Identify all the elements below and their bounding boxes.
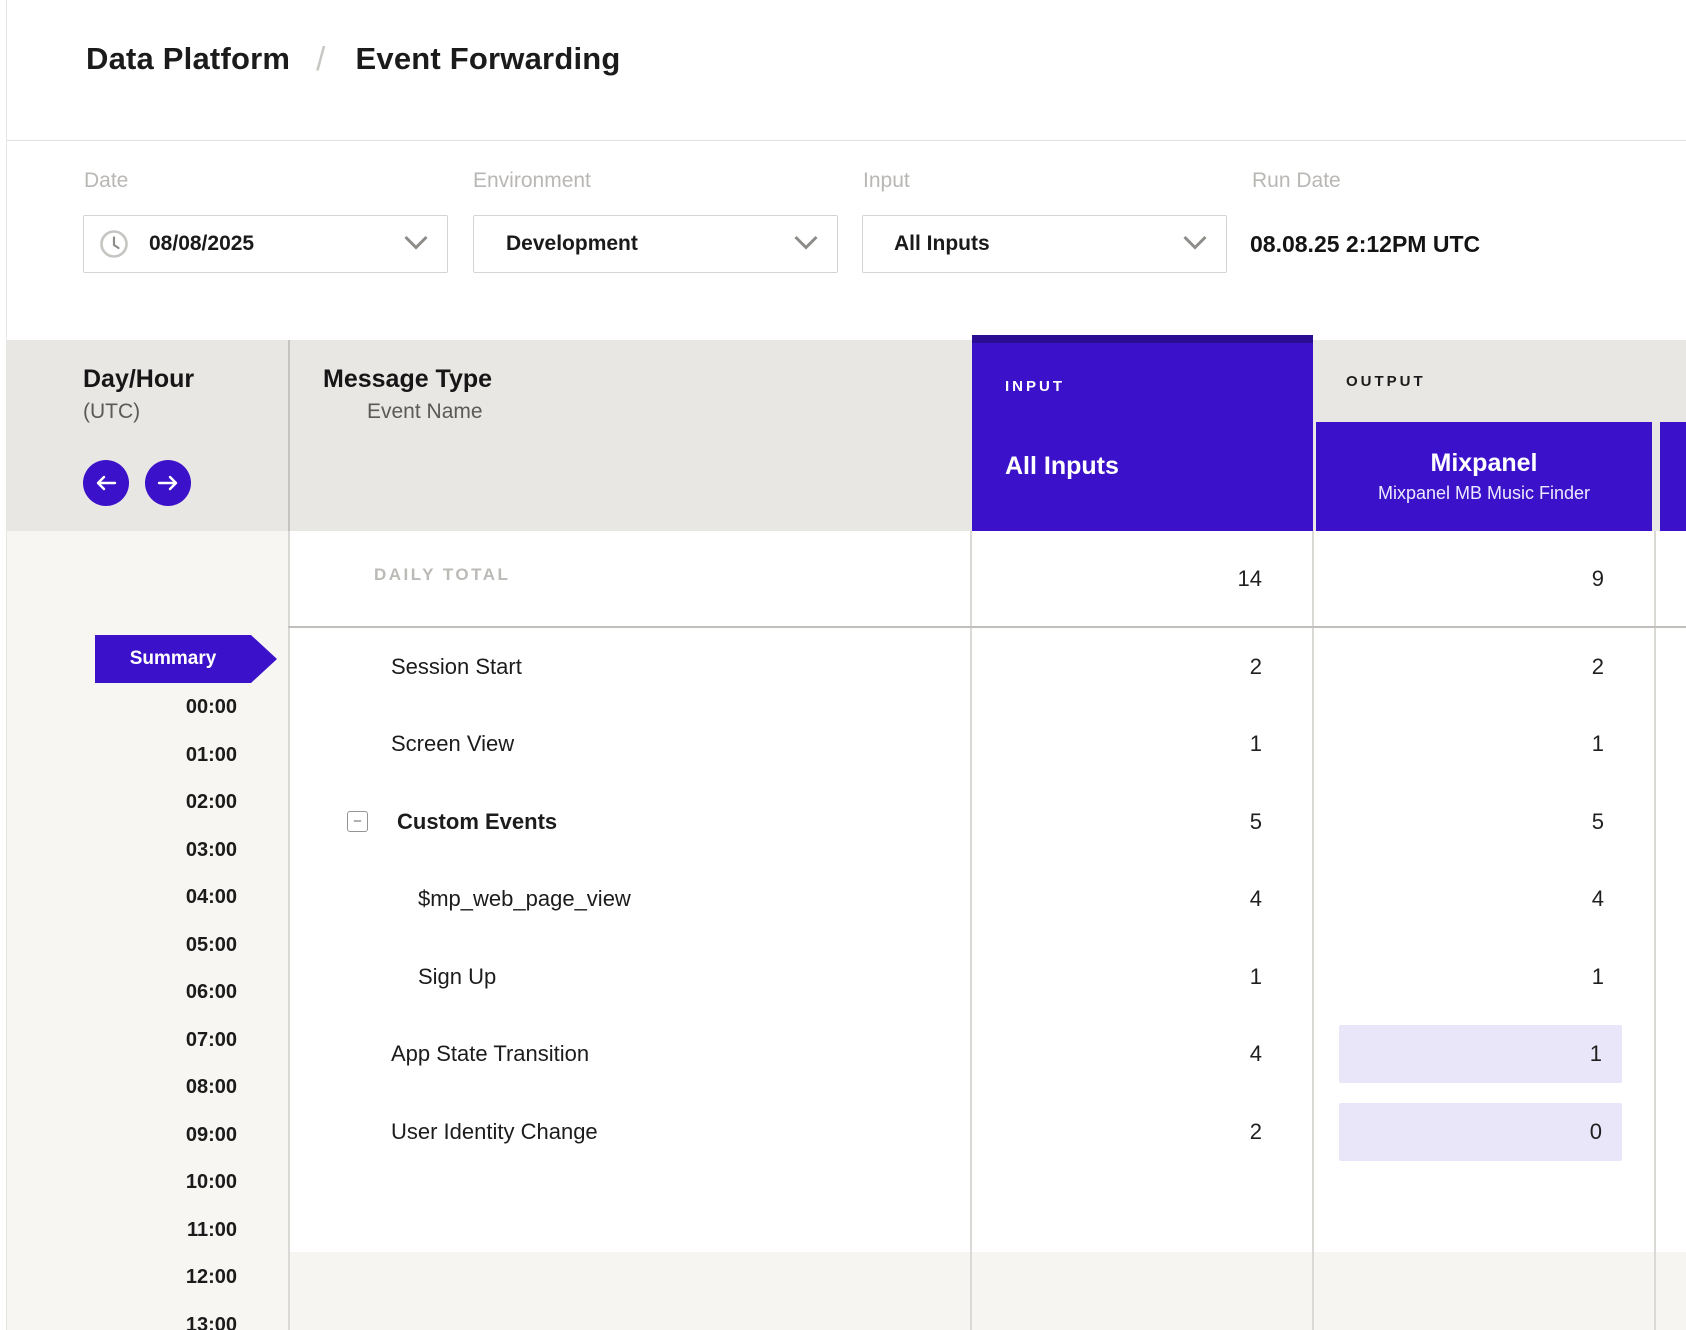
output-count: 2 bbox=[1592, 654, 1604, 680]
table-row: $mp_web_page_view 4 4 bbox=[0, 861, 1686, 939]
daily-total-row: DAILY TOTAL 14 9 bbox=[0, 531, 1686, 627]
table-row: User Identity Change 2 0 bbox=[0, 1093, 1686, 1171]
output-count: 0 bbox=[1590, 1119, 1602, 1145]
date-value: 08/08/2025 bbox=[149, 232, 254, 256]
event-name-label: Screen View bbox=[391, 731, 514, 757]
input-column-name: All Inputs bbox=[1005, 452, 1119, 481]
hour-row-1000[interactable]: 10:00 bbox=[7, 1171, 237, 1194]
event-name-label: Sign Up bbox=[418, 964, 496, 990]
day-hour-title: Day/Hour bbox=[83, 365, 194, 394]
daily-total-output-count: 9 bbox=[1592, 566, 1604, 592]
output-count: 5 bbox=[1592, 809, 1604, 835]
input-count: 4 bbox=[1250, 1041, 1262, 1067]
column-divider bbox=[288, 340, 290, 531]
input-count: 2 bbox=[1250, 1119, 1262, 1145]
column-divider bbox=[1654, 531, 1656, 1330]
event-name-text: Session Start bbox=[391, 654, 522, 679]
event-name-text: Screen View bbox=[391, 731, 514, 756]
output-column-header-mixpanel: Mixpanel Mixpanel MB Music Finder bbox=[1316, 422, 1652, 531]
event-name-label: App State Transition bbox=[391, 1041, 589, 1067]
output-column-subtitle: Mixpanel MB Music Finder bbox=[1378, 483, 1590, 504]
day-hour-header: Day/Hour (UTC) bbox=[83, 365, 194, 424]
daily-total-input-count: 14 bbox=[1238, 566, 1262, 592]
next-day-button[interactable] bbox=[145, 460, 191, 506]
date-dropdown[interactable]: 08/08/2025 bbox=[83, 215, 448, 273]
breadcrumb-separator: / bbox=[316, 40, 325, 78]
message-type-subtitle: Event Name bbox=[367, 400, 492, 424]
input-count: 5 bbox=[1250, 809, 1262, 835]
event-name-label: − Custom Events bbox=[347, 809, 557, 835]
environment-dropdown[interactable]: Development bbox=[473, 215, 838, 273]
input-count: 4 bbox=[1250, 886, 1262, 912]
input-group-label: INPUT bbox=[1005, 378, 1065, 395]
arrow-right-icon bbox=[157, 475, 179, 491]
event-forwarding-screen: Data Platform / Event Forwarding Date En… bbox=[0, 0, 1686, 1330]
output-column-name: Mixpanel bbox=[1431, 449, 1538, 478]
next-output-column-partial bbox=[1660, 422, 1686, 531]
day-pagination bbox=[83, 460, 191, 506]
message-type-header: Message Type Event Name bbox=[323, 365, 492, 424]
breadcrumb-parent-link[interactable]: Data Platform bbox=[86, 41, 290, 77]
event-name-text: Custom Events bbox=[397, 809, 557, 835]
collapse-icon[interactable]: − bbox=[347, 811, 368, 832]
table-row: Sign Up 1 1 bbox=[0, 938, 1686, 1016]
event-name-label: User Identity Change bbox=[391, 1119, 598, 1145]
hour-row-1200[interactable]: 12:00 bbox=[7, 1266, 237, 1289]
run-date-value: 08.08.25 2:12PM UTC bbox=[1250, 231, 1480, 258]
daily-total-label: DAILY TOTAL bbox=[374, 565, 510, 585]
chevron-down-icon bbox=[403, 234, 429, 251]
input-column-accent-strip bbox=[972, 335, 1313, 343]
event-name-text: App State Transition bbox=[391, 1041, 589, 1066]
output-count: 1 bbox=[1592, 964, 1604, 990]
page-title: Event Forwarding bbox=[356, 41, 621, 77]
breadcrumb: Data Platform / Event Forwarding bbox=[86, 40, 621, 78]
event-rows: Session Start 2 2 Screen View 1 1 − Cust… bbox=[0, 628, 1686, 1171]
output-highlight-cell: 0 bbox=[1339, 1103, 1622, 1161]
event-name-text: User Identity Change bbox=[391, 1119, 598, 1144]
environment-value: Development bbox=[506, 232, 638, 256]
table-row: App State Transition 4 1 bbox=[0, 1016, 1686, 1094]
hour-row-1300[interactable]: 13:00 bbox=[7, 1314, 237, 1330]
chevron-down-icon bbox=[1182, 234, 1208, 251]
input-count: 1 bbox=[1250, 964, 1262, 990]
output-count: 1 bbox=[1592, 731, 1604, 757]
input-dropdown[interactable]: All Inputs bbox=[862, 215, 1227, 273]
input-count: 1 bbox=[1250, 731, 1262, 757]
output-group-label: OUTPUT bbox=[1346, 373, 1426, 390]
table-row: − Custom Events 5 5 bbox=[0, 783, 1686, 861]
event-name-label: $mp_web_page_view bbox=[418, 886, 631, 912]
output-highlight-cell: 1 bbox=[1339, 1025, 1622, 1083]
column-divider bbox=[970, 531, 972, 1330]
column-divider bbox=[1312, 531, 1314, 1330]
input-filter-label: Input bbox=[863, 169, 910, 193]
message-type-title: Message Type bbox=[323, 365, 492, 394]
input-column-header: INPUT All Inputs bbox=[972, 335, 1313, 531]
chevron-down-icon bbox=[793, 234, 819, 251]
input-value: All Inputs bbox=[894, 232, 990, 256]
event-name-text: Sign Up bbox=[418, 964, 496, 989]
output-count: 4 bbox=[1592, 886, 1604, 912]
input-count: 2 bbox=[1250, 654, 1262, 680]
column-divider bbox=[288, 531, 290, 1330]
event-name-text: $mp_web_page_view bbox=[418, 886, 631, 911]
clock-icon bbox=[99, 229, 129, 259]
arrow-left-icon bbox=[95, 475, 117, 491]
daily-total-divider bbox=[288, 626, 1686, 628]
previous-day-button[interactable] bbox=[83, 460, 129, 506]
day-hour-subtitle: (UTC) bbox=[83, 400, 194, 424]
table-row: Screen View 1 1 bbox=[0, 706, 1686, 784]
date-filter-label: Date bbox=[84, 169, 128, 193]
table-footer-strip bbox=[289, 1252, 1686, 1330]
environment-filter-label: Environment bbox=[473, 169, 591, 193]
event-name-label: Session Start bbox=[391, 654, 522, 680]
breadcrumb-bar: Data Platform / Event Forwarding bbox=[7, 0, 1686, 141]
hour-row-1100[interactable]: 11:00 bbox=[7, 1219, 237, 1242]
table-row: Session Start 2 2 bbox=[0, 628, 1686, 706]
run-date-label: Run Date bbox=[1252, 169, 1341, 193]
output-count: 1 bbox=[1590, 1041, 1602, 1067]
